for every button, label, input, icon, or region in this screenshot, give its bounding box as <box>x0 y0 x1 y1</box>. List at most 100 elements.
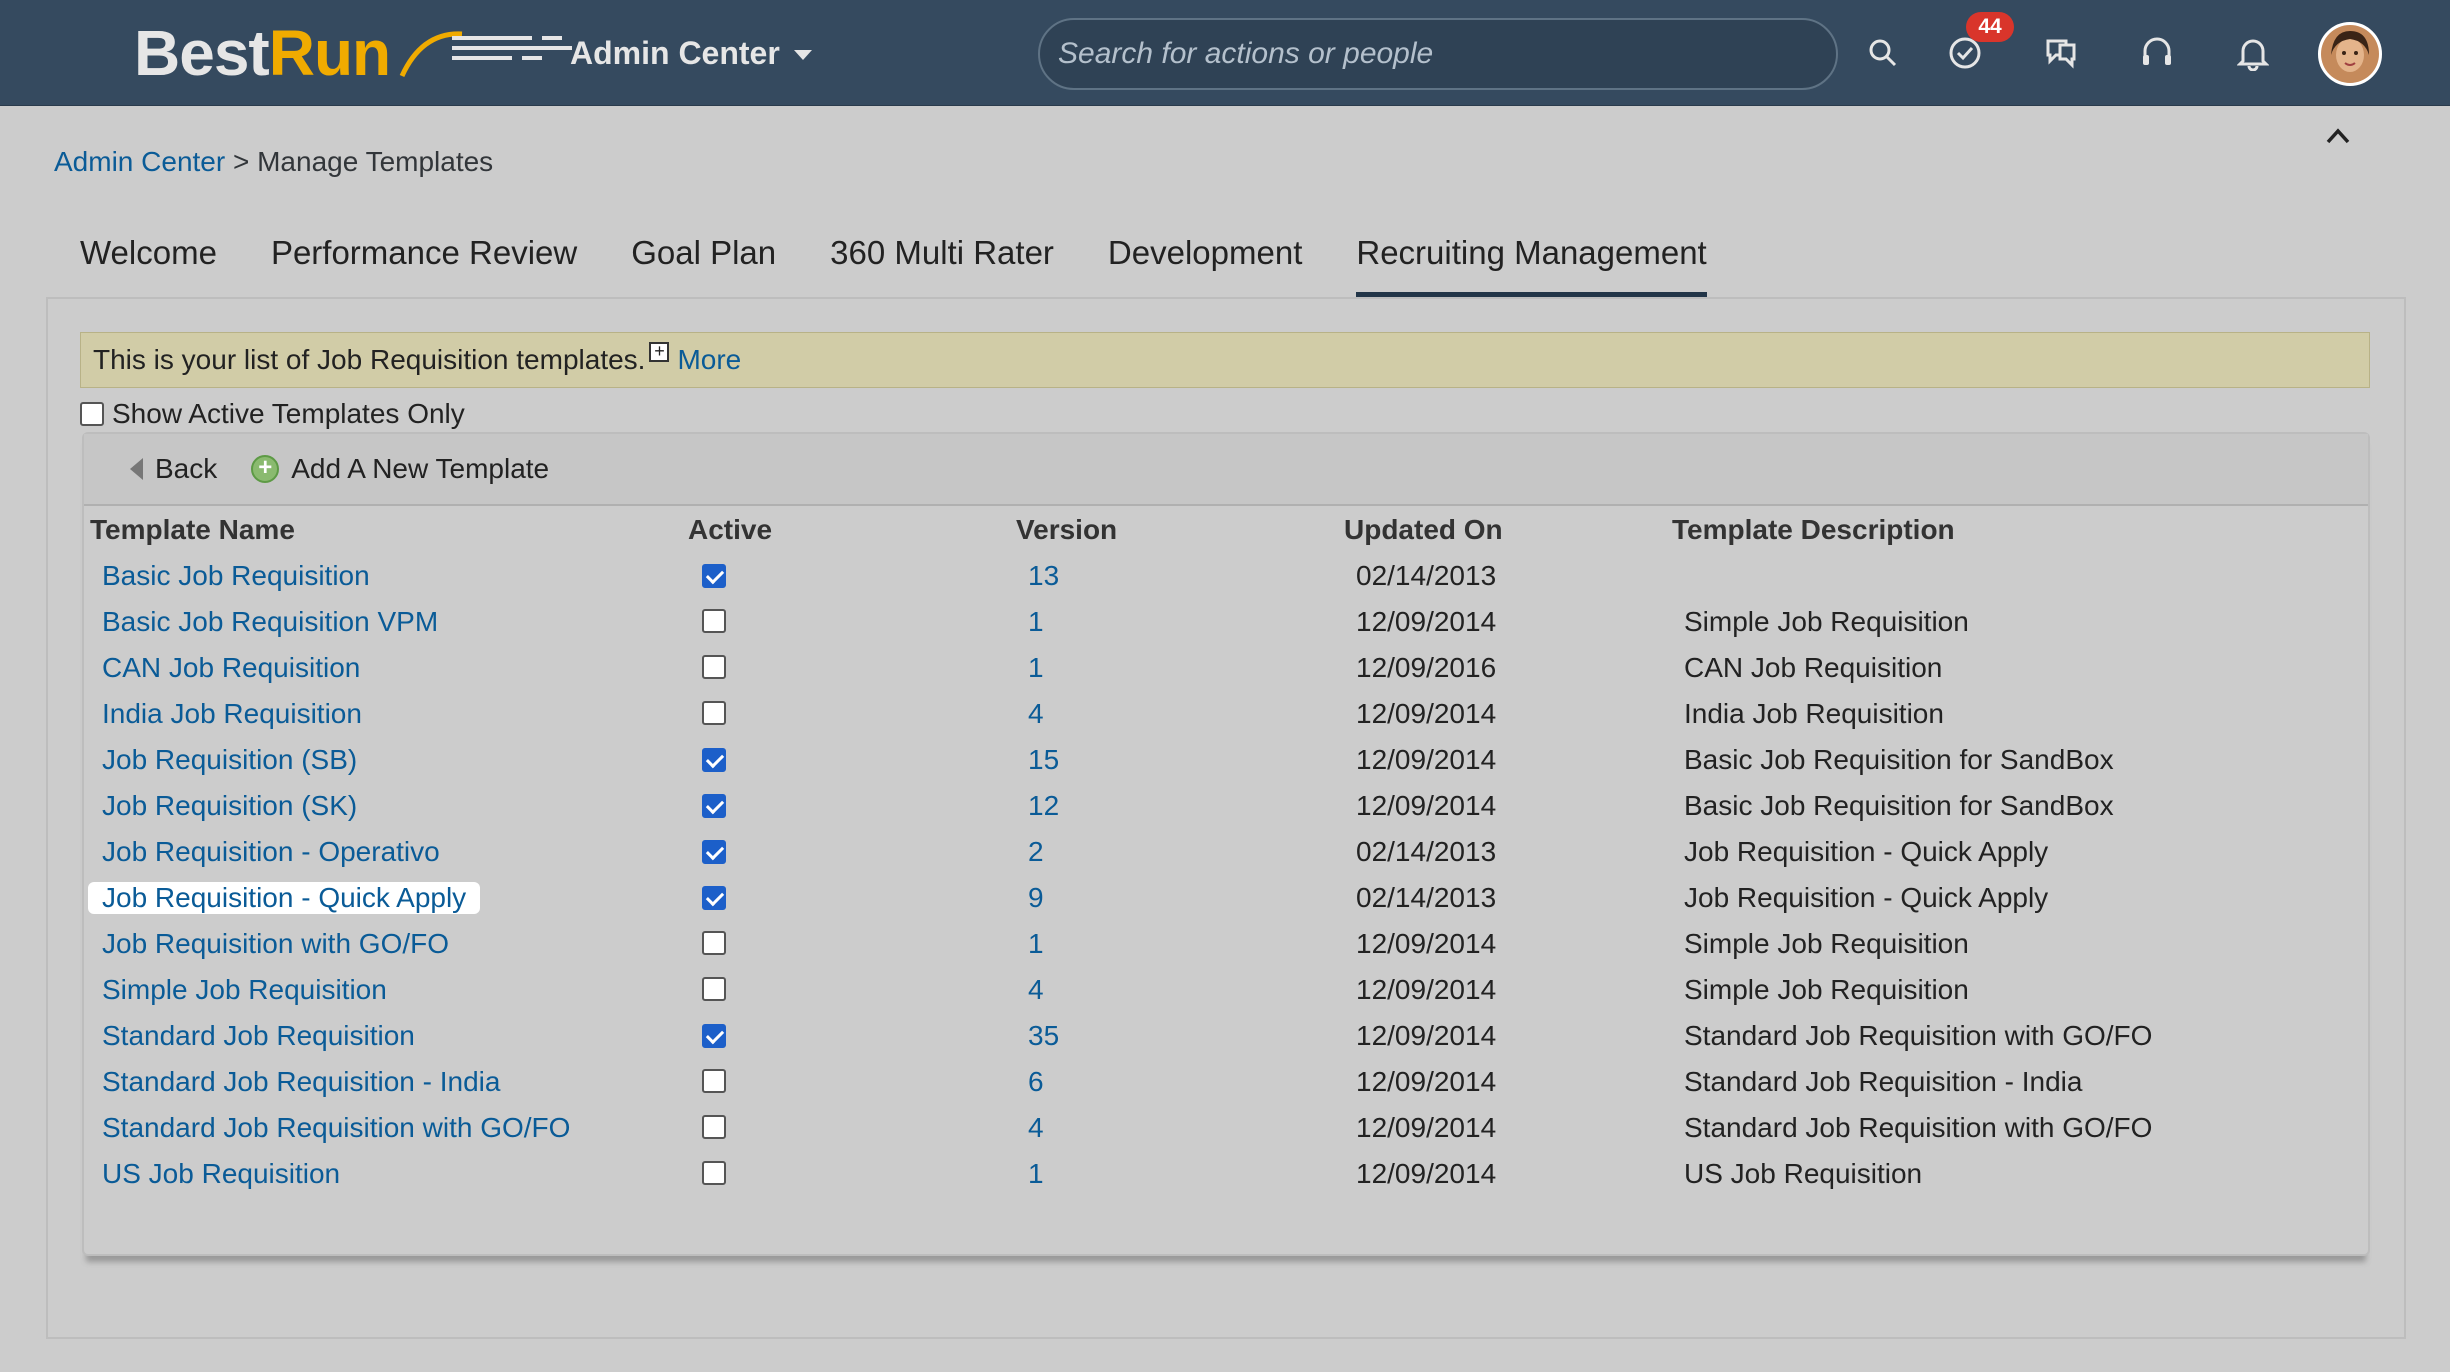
admin-center-menu[interactable]: Admin Center <box>570 30 812 76</box>
logo-text-best: Best <box>134 17 270 89</box>
tab-development[interactable]: Development <box>1108 222 1302 298</box>
version-link[interactable]: 4 <box>1028 1112 1044 1144</box>
version-link[interactable]: 12 <box>1028 790 1059 822</box>
active-checkbox[interactable] <box>702 794 726 818</box>
bestrun-logo[interactable]: BestRun <box>134 17 572 89</box>
column-header-active[interactable]: Active <box>688 514 772 546</box>
template-description-value: Basic Job Requisition for SandBox <box>1684 790 2114 821</box>
tab-360-multi-rater[interactable]: 360 Multi Rater <box>830 222 1054 298</box>
expand-plus-icon[interactable]: + <box>649 342 670 362</box>
active-checkbox[interactable] <box>702 564 726 588</box>
active-checkbox[interactable] <box>702 1161 726 1185</box>
template-name-link[interactable]: Job Requisition with GO/FO <box>102 928 449 960</box>
back-label: Back <box>155 453 218 484</box>
template-name-link[interactable]: Basic Job Requisition <box>102 560 370 592</box>
active-checkbox[interactable] <box>702 609 726 633</box>
version-link[interactable]: 1 <box>1028 928 1044 960</box>
template-description-value: Standard Job Requisition with GO/FO <box>1684 1112 2153 1143</box>
active-checkbox[interactable] <box>702 840 726 864</box>
template-description-value: Standard Job Requisition - India <box>1684 1066 2083 1097</box>
user-avatar[interactable] <box>2318 22 2382 86</box>
template-name-link[interactable]: Standard Job Requisition - India <box>102 1066 500 1098</box>
todo-count-badge: 44 <box>1966 12 2014 42</box>
chevron-up-icon <box>2326 128 2350 144</box>
updated-on-value: 12/09/2014 <box>1356 928 1497 959</box>
version-link[interactable]: 6 <box>1028 1066 1044 1098</box>
template-name-link[interactable]: Job Requisition - Operativo <box>102 836 440 868</box>
active-checkbox[interactable] <box>702 1024 726 1048</box>
table-row: Standard Job Requisition 35 12/09/2014 Stan… <box>84 1012 2368 1058</box>
table-row: Job Requisition - Quick Apply 9 02/14/2013… <box>84 874 2368 920</box>
template-name-link[interactable]: Job Requisition - Quick Apply <box>88 882 481 914</box>
template-name-link[interactable]: India Job Requisition <box>102 698 362 730</box>
column-header-template-description[interactable]: Template Description <box>1672 514 1955 546</box>
more-link[interactable]: More <box>677 344 741 376</box>
collapse-header-button[interactable] <box>2320 118 2356 154</box>
add-new-template-button[interactable]: + Add A New Template <box>251 453 549 485</box>
active-checkbox[interactable] <box>702 931 726 955</box>
active-checkbox[interactable] <box>702 655 726 679</box>
template-name-link[interactable]: Standard Job Requisition with GO/FO <box>102 1112 570 1144</box>
template-name-link[interactable]: Simple Job Requisition <box>102 974 387 1006</box>
tab-goal-plan[interactable]: Goal Plan <box>631 222 776 298</box>
logo-text-run: Run <box>268 17 391 89</box>
template-description-value: US Job Requisition <box>1684 1158 1923 1189</box>
version-link[interactable]: 4 <box>1028 974 1044 1006</box>
updated-on-value: 12/09/2014 <box>1356 974 1497 1005</box>
add-plus-icon: + <box>251 455 280 483</box>
tab-performance-review[interactable]: Performance Review <box>271 222 577 298</box>
active-checkbox[interactable] <box>702 1069 726 1093</box>
version-link[interactable]: 9 <box>1028 882 1044 914</box>
search-input[interactable] <box>1058 37 1836 71</box>
info-banner: This is your list of Job Requisition tem… <box>80 332 2370 388</box>
active-checkbox[interactable] <box>702 701 726 725</box>
template-name-link[interactable]: Job Requisition (SB) <box>102 744 357 776</box>
version-link[interactable]: 13 <box>1028 560 1059 592</box>
updated-on-value: 02/14/2013 <box>1356 882 1497 913</box>
table-row: Job Requisition (SK) 12 12/09/2014 Basic Jo… <box>84 782 2368 828</box>
column-header-version[interactable]: Version <box>1016 514 1117 546</box>
template-description-value: India Job Requisition <box>1684 698 1944 729</box>
template-name-link[interactable]: US Job Requisition <box>102 1158 340 1190</box>
version-link[interactable]: 1 <box>1028 1158 1044 1190</box>
template-name-link[interactable]: Standard Job Requisition <box>102 1020 415 1052</box>
version-link[interactable]: 15 <box>1028 744 1059 776</box>
table-row: Standard Job Requisition with GO/FO 4 12/0… <box>84 1104 2368 1150</box>
version-link[interactable]: 2 <box>1028 836 1044 868</box>
updated-on-value: 12/09/2014 <box>1356 1112 1497 1143</box>
search-field[interactable] <box>1038 18 1838 90</box>
shell-header: BestRun Admin Center 44 <box>0 0 2450 106</box>
template-description-value: Simple Job Requisition <box>1684 974 1969 1005</box>
updated-on-value: 12/09/2014 <box>1356 790 1497 821</box>
breadcrumb: Admin Center > Manage Templates <box>54 146 493 178</box>
back-arrow-icon <box>130 458 143 480</box>
updated-on-value: 12/09/2014 <box>1356 1066 1497 1097</box>
version-link[interactable]: 35 <box>1028 1020 1059 1052</box>
bell-notifications-icon[interactable] <box>2228 28 2278 78</box>
tab-recruiting-management[interactable]: Recruiting Management <box>1356 222 1707 298</box>
active-checkbox[interactable] <box>702 748 726 772</box>
template-name-link[interactable]: Basic Job Requisition VPM <box>102 606 438 638</box>
notes-chat-icon[interactable] <box>2036 28 2086 78</box>
version-link[interactable]: 1 <box>1028 606 1044 638</box>
tab-welcome[interactable]: Welcome <box>80 222 217 298</box>
back-button[interactable]: Back <box>130 453 217 485</box>
search-icon[interactable] <box>1858 28 1908 78</box>
active-checkbox[interactable] <box>702 977 726 1001</box>
table-row: India Job Requisition 4 12/09/2014 India Jo… <box>84 690 2368 736</box>
version-link[interactable]: 4 <box>1028 698 1044 730</box>
column-header-template-name[interactable]: Template Name <box>90 514 295 546</box>
active-checkbox[interactable] <box>702 886 726 910</box>
column-header-updated-on[interactable]: Updated On <box>1344 514 1503 546</box>
template-description-value: Simple Job Requisition <box>1684 928 1969 959</box>
table-row: Job Requisition with GO/FO 1 12/09/2014 Sim… <box>84 920 2368 966</box>
template-name-link[interactable]: CAN Job Requisition <box>102 652 360 684</box>
active-checkbox[interactable] <box>702 1115 726 1139</box>
headset-support-icon[interactable] <box>2132 28 2182 78</box>
breadcrumb-separator: > <box>225 146 258 177</box>
version-link[interactable]: 1 <box>1028 652 1044 684</box>
updated-on-value: 12/09/2016 <box>1356 652 1497 683</box>
breadcrumb-admin-center[interactable]: Admin Center <box>54 146 225 177</box>
template-name-link[interactable]: Job Requisition (SK) <box>102 790 357 822</box>
show-active-checkbox[interactable] <box>80 402 104 426</box>
